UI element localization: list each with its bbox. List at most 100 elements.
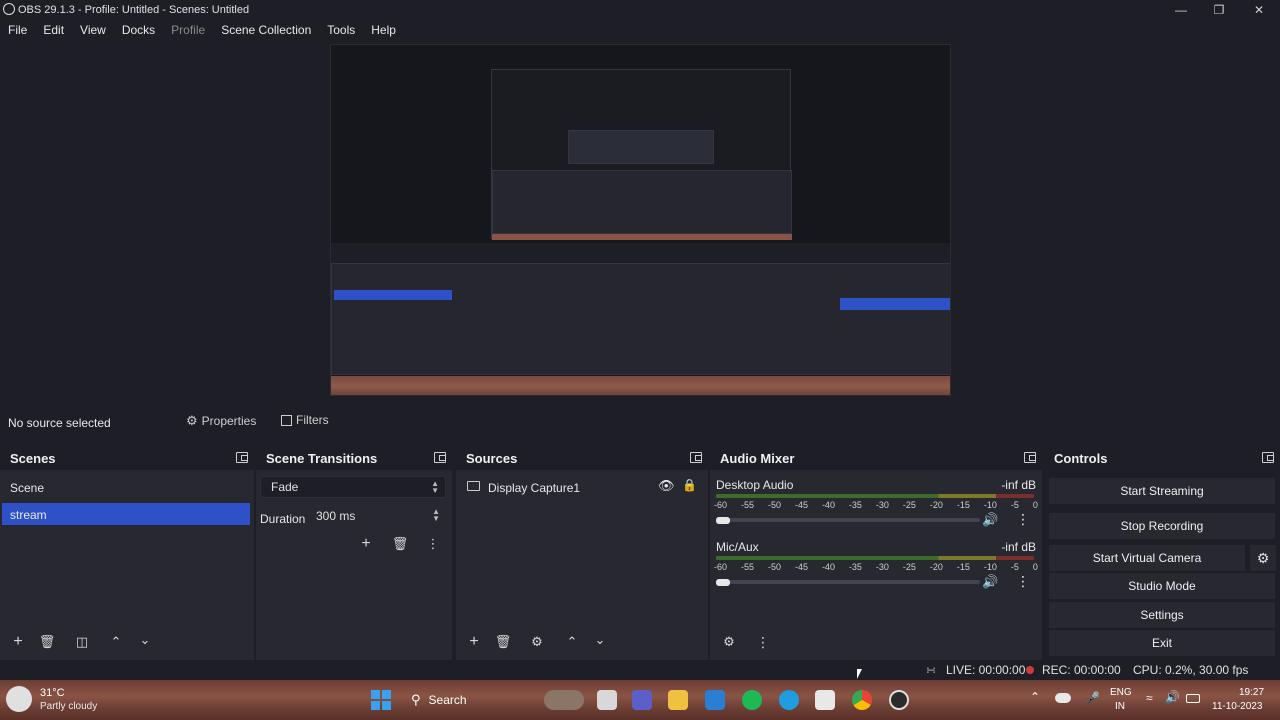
windows-start-icon[interactable] — [371, 690, 391, 710]
add-source-icon[interactable]: + — [464, 634, 484, 654]
microphone-icon[interactable]: 🎤 — [1085, 691, 1100, 705]
spotify-icon[interactable] — [742, 690, 762, 710]
scale-tick: -40 — [821, 562, 835, 572]
select-arrows-icon: ▲ ▼ — [431, 479, 439, 495]
restore-button[interactable]: ❐ — [1200, 0, 1238, 20]
nested-selected-scene — [334, 290, 452, 300]
close-button[interactable]: ✕ — [1240, 0, 1278, 20]
widget-icon[interactable] — [544, 690, 584, 710]
language-bottom[interactable]: IN — [1115, 701, 1125, 712]
speaker-icon[interactable]: 🔊 — [982, 574, 998, 590]
scene-item-stream[interactable]: stream — [2, 503, 250, 525]
filter-icon[interactable]: ◫ — [72, 634, 92, 654]
menu-help[interactable]: Help — [363, 23, 404, 37]
undock-icon[interactable] — [236, 452, 248, 463]
undock-icon[interactable] — [1262, 452, 1274, 463]
teams-icon[interactable] — [632, 690, 652, 710]
menu-tools[interactable]: Tools — [319, 23, 363, 37]
clock-time[interactable]: 19:27 — [1239, 687, 1264, 698]
battery-icon[interactable] — [1186, 694, 1200, 703]
clock-date[interactable]: 11-10-2023 — [1212, 701, 1262, 712]
add-transition-icon[interactable]: + — [356, 536, 376, 556]
volume-slider[interactable] — [718, 518, 980, 522]
scale-tick: -55 — [740, 500, 754, 510]
weather-temp: 31°C — [40, 687, 65, 699]
menu-docks[interactable]: Docks — [114, 23, 163, 37]
speaker-icon[interactable]: 🔊 — [982, 512, 998, 528]
settings-button[interactable]: Settings — [1049, 602, 1275, 628]
filter-icon — [281, 414, 292, 426]
status-bar: ∺ LIVE: 00:00:00 REC: 00:00:00 CPU: 0.2%… — [0, 661, 1280, 679]
more-vertical-icon[interactable]: ⋮ — [1016, 573, 1030, 590]
minimize-button[interactable]: — — [1162, 0, 1200, 20]
menu-view[interactable]: View — [72, 23, 114, 37]
task-view-icon[interactable] — [597, 690, 617, 710]
vscode-icon[interactable] — [705, 690, 725, 710]
chevron-down-icon[interactable]: ⌄ — [590, 632, 610, 652]
edge-icon[interactable] — [779, 690, 799, 710]
duration-input[interactable]: 300 ms ▲ ▼ — [306, 505, 446, 527]
chevron-up-icon[interactable]: ⌃ — [106, 634, 126, 654]
title-bar: OBS 29.1.3 - Profile: Untitled - Scenes:… — [0, 0, 1280, 20]
chevron-up-icon[interactable]: ⌃ — [1030, 690, 1040, 704]
weather-icon[interactable] — [6, 686, 32, 712]
start-virtual-camera-button[interactable]: Start Virtual Camera — [1049, 545, 1245, 571]
more-vertical-icon[interactable]: ⋮ — [1016, 511, 1030, 528]
menu-profile[interactable]: Profile — [163, 23, 213, 37]
filters-button[interactable]: Filters — [281, 413, 329, 427]
scale-tick: -50 — [767, 500, 781, 510]
file-explorer-icon[interactable] — [668, 690, 688, 710]
volume-slider-handle[interactable] — [716, 579, 730, 586]
channel-level: -inf dB — [1001, 478, 1036, 492]
menu-scene-collection[interactable]: Scene Collection — [213, 23, 319, 37]
trash-icon[interactable]: 🗑 — [37, 634, 57, 654]
wifi-icon[interactable]: ≈ — [1146, 691, 1153, 705]
undock-icon[interactable] — [690, 452, 702, 463]
virtual-camera-settings-gear-icon[interactable]: ⚙ — [1250, 545, 1276, 571]
more-vertical-icon[interactable]: ⋮ — [753, 634, 773, 654]
onedrive-icon[interactable] — [1055, 693, 1071, 703]
obs-taskbar-icon[interactable] — [889, 690, 909, 710]
more-vertical-icon[interactable]: ⋮ — [423, 536, 443, 556]
display-capture-preview[interactable] — [330, 44, 951, 396]
trash-icon[interactable]: 🗑 — [493, 634, 513, 654]
volume-slider-handle[interactable] — [716, 517, 730, 524]
nested-docks — [492, 170, 792, 234]
chevron-down-icon[interactable]: ⌄ — [135, 632, 155, 652]
scale-tick: -60 — [714, 500, 728, 510]
lock-icon[interactable]: 🔒 — [682, 478, 697, 492]
gear-icon[interactable]: ⚙ — [527, 634, 547, 654]
source-item-display-capture[interactable]: Display Capture1 👁 🔒 — [458, 476, 704, 498]
start-streaming-button[interactable]: Start Streaming — [1049, 478, 1275, 504]
chevron-up-icon[interactable]: ⌃ — [562, 634, 582, 654]
undock-icon[interactable] — [434, 452, 446, 463]
scene-item-scene[interactable]: Scene — [2, 476, 250, 498]
undock-icon[interactable] — [1024, 452, 1036, 463]
store-icon[interactable] — [815, 690, 835, 710]
scale-tick: -5 — [1010, 562, 1019, 572]
exit-button[interactable]: Exit — [1049, 630, 1275, 656]
sources-title-text: Sources — [466, 450, 518, 466]
studio-mode-button[interactable]: Studio Mode — [1049, 573, 1275, 599]
live-time: LIVE: 00:00:00 — [946, 663, 1026, 677]
advanced-audio-gear-icon[interactable]: ⚙ — [719, 634, 739, 654]
taskbar-search[interactable]: ⚲ Search — [405, 688, 535, 712]
volume-slider[interactable] — [718, 580, 980, 584]
eye-icon[interactable]: 👁 — [658, 478, 675, 494]
chrome-icon[interactable] — [852, 690, 872, 710]
audio-mixer-dock: Audio Mixer Desktop Audio -inf dB -60 -55… — [710, 446, 1042, 660]
menu-edit[interactable]: Edit — [35, 23, 72, 37]
nested-dock-row — [331, 263, 950, 375]
language-top[interactable]: ENG — [1110, 687, 1132, 698]
mixer-title-text: Audio Mixer — [720, 450, 795, 466]
transition-type-select[interactable]: Fade ▲ ▼ — [260, 476, 446, 498]
add-scene-icon[interactable]: + — [8, 634, 28, 654]
trash-icon[interactable]: 🗑 — [390, 536, 410, 556]
menu-file[interactable]: File — [0, 23, 35, 37]
properties-button[interactable]: ⚙ Properties — [186, 413, 256, 429]
volume-icon[interactable]: 🔊 — [1165, 690, 1180, 704]
volume-meter — [716, 556, 1034, 560]
scale-tick: -35 — [848, 562, 862, 572]
signal-icon: ∺ — [926, 663, 937, 677]
stop-recording-button[interactable]: Stop Recording — [1049, 513, 1275, 539]
